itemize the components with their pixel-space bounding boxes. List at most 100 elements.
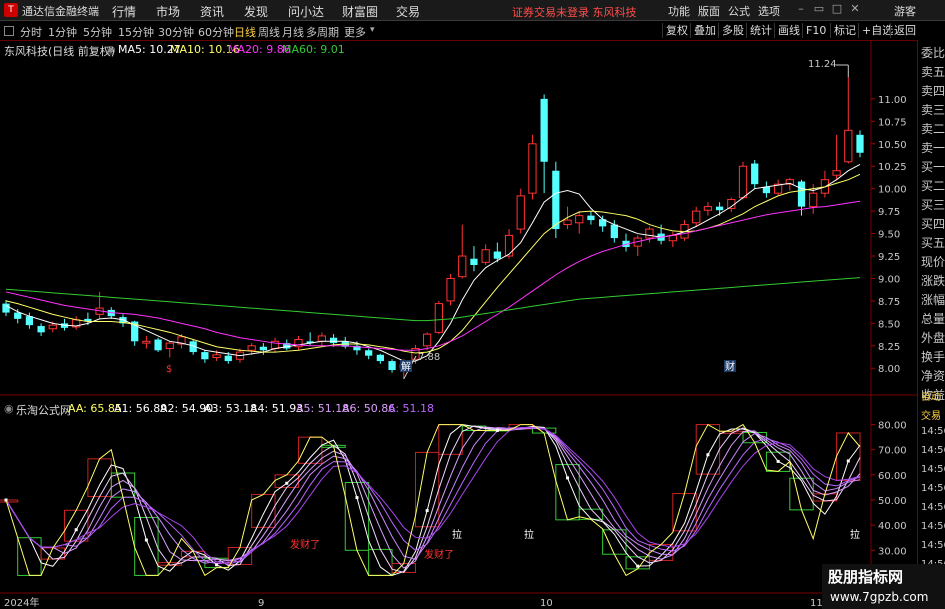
- kline-chart[interactable]: 11.00 10.75 10.50 10.25 10.00 9.75 9.50 9.25 9.0…: [0, 40, 917, 609]
- x-axis-labels: 2024年 9 10 11: [4, 596, 823, 609]
- guest-label[interactable]: 游客: [894, 3, 916, 19]
- sub-settings-icon[interactable]: ◉: [4, 402, 14, 415]
- candle-body-49: [575, 215, 584, 224]
- grid-icon[interactable]: [4, 26, 14, 36]
- period-weekly[interactable]: 周线: [258, 24, 280, 40]
- sub-text-la-2: 拉: [524, 528, 534, 541]
- menu-function[interactable]: 功能: [668, 3, 690, 19]
- quote-label-2: 卖四: [921, 84, 945, 98]
- menu-news[interactable]: 资讯: [200, 3, 224, 20]
- price-axis: 11.00 10.75 10.50 10.25 10.00 9.75 9.50 9.25 9.0…: [871, 95, 907, 582]
- candle-body-43: [504, 234, 514, 257]
- quote-label-0: 委比: [921, 46, 945, 60]
- price-label-4: 10.00: [878, 185, 907, 196]
- candle-body-14: [165, 342, 174, 349]
- menu-options[interactable]: 选项: [758, 3, 780, 19]
- tool-stats[interactable]: 统计: [746, 23, 775, 38]
- candle-body-44: [516, 195, 525, 230]
- period-intraday[interactable]: 分时: [20, 24, 42, 40]
- menu-discover[interactable]: 发现: [244, 3, 268, 20]
- period-30min[interactable]: 30分钟: [158, 24, 194, 40]
- candle-body-38: [446, 277, 455, 302]
- watermark-url: www.7gpzb.com: [830, 590, 929, 604]
- menu-trade[interactable]: 交易: [396, 3, 420, 20]
- sub-dot-0: [4, 498, 8, 502]
- period-1min[interactable]: 1分钟: [48, 24, 77, 40]
- candle-body-13: [154, 339, 162, 351]
- period-60min[interactable]: 60分钟: [198, 24, 234, 40]
- quote-label-7: 买二: [921, 179, 945, 193]
- price-label-8: 9.00: [878, 274, 900, 285]
- candle-body-69: [809, 192, 818, 208]
- menu-market[interactable]: 市场: [156, 3, 180, 20]
- candle-body-73: [856, 134, 864, 153]
- marker-jie: 解: [401, 360, 411, 373]
- period-15min[interactable]: 15分钟: [118, 24, 154, 40]
- sub-dot-48: [566, 476, 570, 480]
- sub-dot-12: [144, 538, 148, 542]
- candle-body-46: [540, 98, 548, 162]
- candle-body-21: [247, 345, 256, 351]
- period-monthly[interactable]: 月线: [282, 24, 304, 40]
- title-bar: T 通达信金融终端 行情 市场 资讯 发现 问小达 财富圈 交易 证券交易未登录…: [0, 0, 945, 21]
- candle-body-64: [751, 163, 759, 185]
- quote-label-11: 现价: [921, 255, 945, 269]
- candle-body-40: [470, 258, 478, 265]
- tool-draw[interactable]: 画线: [774, 23, 803, 38]
- candle-body-63: [738, 165, 748, 199]
- period-multi[interactable]: 多周期: [306, 24, 339, 40]
- price-label-1: 10.75: [878, 117, 907, 128]
- maximize-icon[interactable]: □: [830, 2, 844, 16]
- close-icon[interactable]: ✕: [848, 2, 862, 16]
- sub-axis-label-2: 60.00: [878, 471, 907, 482]
- login-warning: 证券交易未登录 东风科技: [512, 6, 637, 19]
- candle-body-28: [329, 337, 338, 344]
- price-label-7: 9.25: [878, 252, 900, 263]
- sub-dot-36: [425, 509, 429, 513]
- quote-label-6: 买一: [921, 160, 945, 174]
- quote-label-8: 买三: [921, 198, 945, 212]
- period-daily[interactable]: 日线: [234, 24, 256, 40]
- tool-back[interactable]: 返回: [890, 23, 919, 38]
- price-label-2: 10.50: [878, 140, 907, 151]
- sub-text-la-3: 拉: [850, 528, 860, 541]
- menu-ask[interactable]: 问小达: [288, 3, 324, 20]
- candle-body-27: [317, 335, 326, 342]
- restore-icon[interactable]: ▭: [812, 2, 826, 16]
- price-label-5: 9.75: [878, 207, 900, 218]
- tool-adjust[interactable]: 复权: [662, 23, 691, 38]
- quote-label-14: 总量: [921, 312, 945, 326]
- sub-dot-30: [355, 496, 359, 500]
- period-more[interactable]: 更多: [344, 24, 366, 40]
- a-value: A: 51.18: [388, 402, 435, 415]
- sub-label-2: 14:56: [921, 426, 945, 437]
- tool-mark[interactable]: 标记: [830, 23, 859, 38]
- candle-body-61: [715, 206, 724, 211]
- candle-body-37: [434, 303, 443, 333]
- settings-icon[interactable]: ◉: [106, 43, 116, 56]
- sub-label-7: 14:56: [921, 521, 945, 532]
- minimize-icon[interactable]: –: [794, 2, 808, 16]
- candle-body-65: [762, 186, 771, 194]
- sub-dot-66: [776, 459, 780, 463]
- chevron-down-icon[interactable]: ▾: [370, 25, 375, 35]
- sub-dot-24: [285, 481, 289, 485]
- tool-multistock[interactable]: 多股: [718, 23, 747, 38]
- period-5min[interactable]: 5分钟: [83, 24, 112, 40]
- candle-body-3: [37, 326, 45, 333]
- menu-fortune[interactable]: 财富圈: [342, 3, 378, 20]
- menu-formula[interactable]: 公式: [728, 3, 750, 19]
- menu-layout[interactable]: 版面: [698, 3, 720, 19]
- marker-cai: 财: [725, 360, 735, 373]
- candle-body-36: [423, 333, 432, 347]
- menu-quotes[interactable]: 行情: [112, 3, 136, 20]
- tool-overlay[interactable]: 叠加: [690, 23, 719, 38]
- candle-body-0: [2, 303, 10, 313]
- quote-label-13: 涨幅: [921, 293, 945, 307]
- candle-body-52: [610, 224, 618, 239]
- tool-f10[interactable]: F10: [802, 23, 829, 38]
- sub-axis-label-1: 70.00: [878, 446, 907, 457]
- candle-body-4: [48, 324, 57, 330]
- candle-body-72: [844, 129, 853, 163]
- candle-body-47: [552, 170, 560, 230]
